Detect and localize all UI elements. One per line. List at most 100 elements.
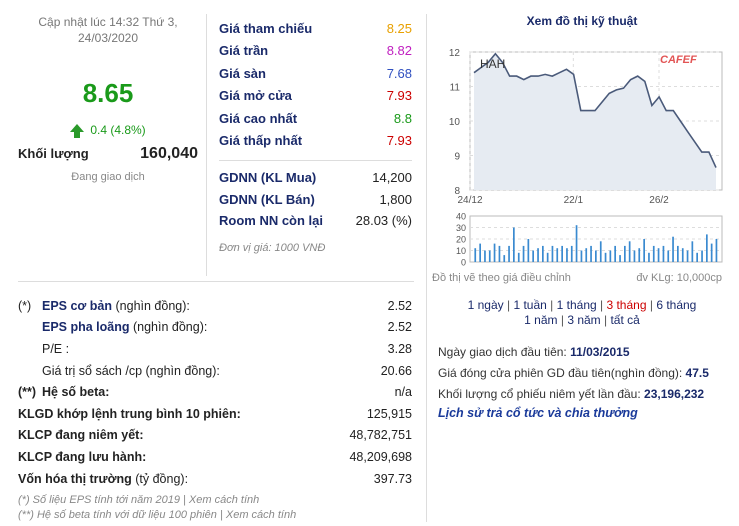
mcap-suffix: (tỷ đồng): bbox=[131, 471, 189, 486]
first-vol-label: Khối lượng cổ phiếu niêm yết lần đầu: bbox=[438, 387, 641, 401]
vol-tick-label: 10 bbox=[456, 246, 466, 256]
avg-vol-value: 125,915 bbox=[366, 406, 412, 421]
divider bbox=[18, 281, 414, 282]
beta-row: (**) Hệ số beta: n/a bbox=[18, 381, 412, 403]
volume-bar bbox=[701, 250, 703, 262]
volume-bar bbox=[517, 252, 520, 262]
eps-basic-row: (*) EPS cơ bản (nghìn đồng): 2.52 bbox=[18, 295, 412, 317]
first-close-value: 47.5 bbox=[685, 366, 709, 380]
volume-bar bbox=[662, 245, 665, 262]
eps-mark: (*) bbox=[18, 298, 32, 313]
volume-bar bbox=[710, 243, 713, 262]
foreign-value: 14,200 bbox=[372, 170, 412, 186]
beta-value: n/a bbox=[394, 385, 412, 400]
volume-bar bbox=[503, 255, 506, 262]
volume-bar bbox=[498, 245, 501, 262]
range-row-1: 1 ngày | 1 tuần | 1 tháng | 3 tháng | 6 … bbox=[467, 298, 697, 312]
adjusted-note: Đồ thị vẽ theo giá điều chỉnh bbox=[432, 272, 571, 284]
y-tick-label: 10 bbox=[449, 117, 461, 128]
price-label: Giá cao nhất bbox=[219, 110, 298, 126]
vol-tick-label: 20 bbox=[456, 235, 466, 245]
mcap-row: Vốn hóa thị trường (tỷ đồng): 397.73 bbox=[18, 468, 412, 490]
volume-bar bbox=[609, 250, 612, 262]
beta-mark: (**) bbox=[18, 385, 37, 400]
volume-bar bbox=[527, 239, 530, 262]
mcap-label: Vốn hóa thị trường bbox=[18, 471, 132, 486]
price-value: 8.8 bbox=[393, 110, 412, 126]
volume-bar bbox=[696, 252, 698, 262]
range-option[interactable]: 1 tháng bbox=[557, 298, 597, 312]
volume-label: Khối lượng bbox=[18, 146, 89, 161]
listed-row: KLCP đang niêm yết: 48,782,751 bbox=[18, 425, 412, 447]
book-value-label: Giá trị sổ sách /cp bbox=[42, 363, 143, 378]
divider bbox=[219, 160, 412, 161]
range-option[interactable]: 1 năm bbox=[524, 313, 557, 327]
foreign-row: GDNN (KL Bán) 1,800 bbox=[219, 189, 412, 211]
price-value: 7.93 bbox=[386, 88, 412, 104]
volume-bar bbox=[677, 245, 679, 262]
volume-bar bbox=[513, 227, 515, 262]
chart-panel: Xem đồ thị kỹ thuật 12 11 10 9 8 24/12 22/1 26/… bbox=[432, 14, 732, 420]
pe-label: P/E : bbox=[42, 341, 70, 356]
avg-vol-label: KLGD khớp lệnh trung bình 10 phiên: bbox=[18, 406, 241, 421]
price-row: Giá mở cửa 7.93 bbox=[219, 85, 412, 108]
first-day-row: Ngày giao dịch đầu tiên: 11/03/2015 bbox=[438, 342, 732, 363]
volume-bar bbox=[638, 248, 641, 262]
listed-value: 48,782,751 bbox=[349, 428, 412, 443]
listing-info: Ngày giao dịch đầu tiên: 11/03/2015 Giá … bbox=[438, 342, 732, 405]
price-row: Giá trần 8.82 bbox=[219, 40, 412, 63]
trading-status: Đang giao dịch bbox=[71, 171, 145, 183]
volume-bar bbox=[648, 252, 650, 262]
range-option[interactable]: 6 tháng bbox=[656, 298, 696, 312]
foreign-label: Room NN còn lại bbox=[219, 213, 324, 229]
foreign-value: 28.03 (%) bbox=[355, 213, 412, 229]
volume-bar bbox=[652, 245, 655, 262]
price-label: Giá trần bbox=[219, 43, 269, 59]
unit-note: Đơn vị giá: 1000 VNĐ bbox=[219, 241, 326, 254]
vol-tick-label: 40 bbox=[456, 212, 466, 222]
volume-bar bbox=[493, 243, 496, 262]
range-option[interactable]: tất cả bbox=[610, 313, 639, 327]
updated-time: Cập nhật lúc 14:32 Thứ 3, 24/03/2020 bbox=[38, 15, 178, 45]
volume-bar bbox=[681, 248, 684, 262]
price-value: 7.93 bbox=[386, 133, 412, 149]
price-value: 8.82 bbox=[386, 43, 412, 59]
avg-vol-row: KLGD khớp lệnh trung bình 10 phiên: 125,… bbox=[18, 403, 412, 425]
range-option[interactable]: 3 năm bbox=[567, 313, 600, 327]
chart-title-link[interactable]: Xem đồ thị kỹ thuật bbox=[432, 14, 732, 28]
range-option[interactable]: 1 ngày bbox=[468, 298, 504, 312]
price-label: Giá mở cửa bbox=[219, 88, 292, 104]
volume-bar bbox=[575, 225, 578, 262]
footnotes: (*) Số liệu EPS tính tới năm 2019 | Xem … bbox=[18, 493, 412, 523]
volume-bar bbox=[551, 245, 554, 262]
price-label: Giá tham chiếu bbox=[219, 20, 313, 36]
range-option[interactable]: 1 tuần bbox=[513, 298, 546, 312]
price-chart[interactable]: 1211109824/12 22/1 26/2HAH CAFEF403020100 bbox=[432, 30, 732, 270]
volume-value: 160,040 bbox=[140, 145, 198, 162]
volume-bar bbox=[508, 245, 510, 262]
price-row: Giá cao nhất 8.8 bbox=[219, 107, 412, 130]
pe-value: 3.28 bbox=[387, 341, 412, 356]
foreign-row: GDNN (KL Mua) 14,200 bbox=[219, 167, 412, 189]
mcap-value: 397.73 bbox=[373, 471, 412, 486]
volume-bar bbox=[672, 236, 674, 262]
foreign-row: Room NN còn lại 28.03 (%) bbox=[219, 210, 412, 232]
vol-tick-label: 30 bbox=[456, 223, 466, 233]
eps-basic-suffix: (nghìn đồng): bbox=[112, 298, 190, 313]
volume-bar bbox=[619, 255, 621, 262]
volume-bar bbox=[715, 239, 718, 262]
y-tick-label: 12 bbox=[449, 48, 461, 59]
y-tick-label: 9 bbox=[454, 152, 460, 163]
range-option[interactable]: 3 tháng bbox=[606, 298, 646, 312]
volume-bar bbox=[691, 241, 694, 262]
volume-unit: đv KLg: 10,000cp bbox=[636, 272, 722, 284]
volume-bar bbox=[643, 239, 645, 262]
eps-diluted-suffix: (nghìn đồng): bbox=[129, 320, 208, 335]
up-arrow-icon bbox=[70, 123, 85, 138]
price-value: 7.68 bbox=[386, 65, 412, 81]
price-summary: Cập nhật lúc 14:32 Thứ 3, 24/03/2020 8.6… bbox=[18, 14, 198, 183]
dividend-history-link[interactable]: Lịch sử trả cổ tức và chia thưởng bbox=[438, 406, 732, 420]
volume-bar bbox=[604, 252, 607, 262]
first-day-label: Ngày giao dịch đầu tiên: bbox=[438, 345, 567, 359]
divider bbox=[426, 14, 427, 522]
